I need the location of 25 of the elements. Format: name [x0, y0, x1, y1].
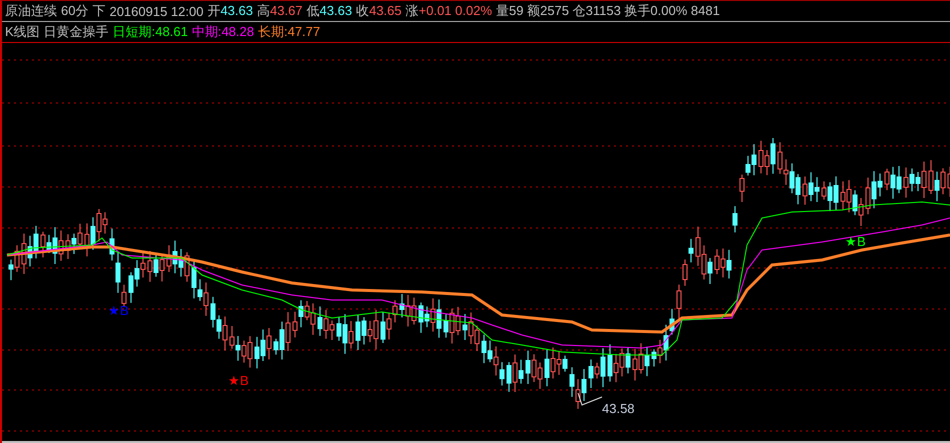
field-value: 43.65	[369, 3, 402, 18]
field-label: 高	[257, 3, 270, 18]
field-value: 43.67	[270, 3, 303, 18]
field-value: 43.63	[220, 3, 253, 18]
chart-name: K线图	[5, 23, 40, 41]
field-value: +0.01 0.02%	[418, 3, 492, 18]
field-label: 低	[306, 3, 320, 18]
datetime-label: 20160915 12:00	[109, 4, 204, 18]
buy-marker: ★B	[845, 234, 866, 249]
symbol-name: 原油连续	[5, 2, 57, 20]
stats-label: 量59 额2575 仓31153 换手0.00% 8481	[496, 2, 720, 20]
indicator-value: 日短期:48.61	[112, 23, 188, 41]
field-label: 开	[207, 3, 220, 18]
indicator-name: 日黄金操手	[44, 23, 109, 41]
indicator-value: 长期:47.77	[258, 23, 320, 41]
indicator-value: 中期:48.28	[192, 23, 254, 41]
mode-label: 下	[92, 2, 106, 20]
buy-marker: ★B	[108, 303, 129, 318]
period-label: 60分	[61, 2, 88, 20]
low-price-label: 43.58	[602, 401, 635, 416]
buy-marker: ★B	[228, 373, 249, 388]
field-label: 收	[356, 3, 370, 18]
field-label: 涨	[406, 3, 419, 18]
field-value: 43.63	[320, 3, 352, 18]
leader-line	[578, 392, 602, 406]
